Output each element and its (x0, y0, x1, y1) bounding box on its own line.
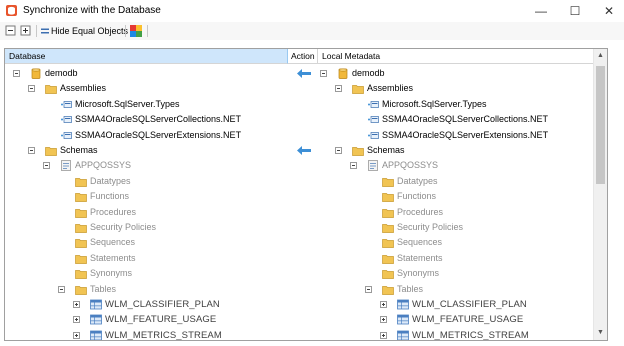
hide-equal-objects-button[interactable]: Hide Equal Objects (41, 22, 128, 40)
folder-icon (382, 254, 394, 264)
tree-item-label: Microsoft.SqlServer.Types (382, 98, 487, 109)
tree-item-label: Schemas (367, 145, 405, 155)
toolbar-separator (125, 25, 126, 37)
title-bar: Synchronize with the Database — ☐ ✕ (0, 0, 624, 22)
folder-icon (382, 208, 394, 218)
sync-arrow-icon[interactable] (297, 146, 311, 155)
tree-row[interactable]: Microsoft.SqlServer.Types (5, 97, 605, 112)
tree-row[interactable]: Functions (5, 189, 605, 204)
expand-icon[interactable] (380, 316, 387, 324)
assembly-icon (368, 116, 379, 124)
toolbar: Hide Equal Objects (0, 22, 624, 40)
tree-row[interactable]: Datatypes (5, 174, 605, 189)
tree-row[interactable]: Tables (5, 282, 605, 297)
collapse-icon[interactable] (335, 147, 342, 154)
table-icon (397, 330, 409, 340)
tree-item-label: demodb (352, 68, 385, 78)
folder-icon (382, 239, 394, 249)
collapse-icon[interactable] (335, 85, 342, 93)
folder-icon (352, 147, 364, 156)
folder-icon (382, 285, 394, 295)
tree-item-label: SSMA4OracleSQLServerExtensions.NET (382, 129, 549, 140)
tree-row[interactable]: Statements (5, 251, 605, 266)
folder-icon (352, 85, 364, 95)
tree-item-label: Synonyms (397, 268, 440, 279)
assembly-icon (368, 100, 379, 108)
tree-item-label: Procedures (397, 206, 444, 217)
scroll-down-icon[interactable]: ▼ (594, 327, 607, 339)
tree-row[interactable]: Security Policies (5, 220, 605, 235)
window-title: Synchronize with the Database (23, 5, 161, 16)
tree-row[interactable]: Procedures (5, 205, 605, 220)
column-header-local-metadata[interactable]: Local Metadata (318, 49, 594, 64)
collapse-icon[interactable] (320, 70, 327, 77)
tree-item-label: Tables (397, 283, 424, 294)
sync-arrow-icon[interactable] (297, 69, 311, 78)
colors-button[interactable] (130, 25, 142, 37)
minimize-button[interactable]: — (526, 0, 556, 22)
close-button[interactable]: ✕ (594, 0, 624, 22)
column-header-database[interactable]: Database (5, 49, 288, 64)
tree-item-label: WLM_CLASSIFIER_PLAN (412, 299, 527, 310)
tree-item-label: Security Policies (397, 222, 464, 232)
collapse-all-button[interactable] (5, 25, 17, 36)
assembly-icon (368, 131, 379, 139)
folder-icon (382, 270, 394, 280)
tree-item-label: Functions (397, 191, 437, 202)
tree-row[interactable]: Assemblies (5, 81, 605, 96)
tree-row[interactable]: SSMA4OracleSQLServerExtensions.NET (5, 128, 605, 143)
sync-grid: Database Action Local Metadata demodb dem… (4, 48, 608, 341)
tree-item-label: Statements (397, 252, 443, 263)
collapse-icon[interactable] (350, 162, 357, 170)
maximize-button[interactable]: ☐ (560, 0, 590, 22)
scroll-up-icon[interactable]: ▲ (594, 50, 607, 62)
tree-item-label: APPQOSSYS (382, 160, 439, 171)
expand-icon[interactable] (380, 301, 387, 308)
toolbar-separator (36, 25, 37, 37)
vertical-scrollbar[interactable]: ▲ ▼ (593, 49, 607, 340)
tree-row[interactable]: SSMA4OracleSQLServerCollections.NET (5, 112, 605, 127)
folder-icon (382, 224, 394, 233)
tree-item-label: SSMA4OracleSQLServerCollections.NET (382, 114, 549, 125)
tree-row[interactable]: WLM_CLASSIFIER_PLAN (5, 297, 605, 312)
tree-item-label: Assemblies (367, 83, 414, 94)
table-icon (397, 314, 409, 325)
expand-icon[interactable] (380, 331, 387, 339)
tree-item-label: WLM_FEATURE_USAGE (412, 314, 524, 326)
hide-equal-objects-label: Hide Equal Objects (51, 26, 129, 36)
collapse-icon[interactable] (365, 285, 372, 293)
tree-item-label: Sequences (397, 237, 443, 248)
tree-row[interactable]: APPQOSSYS (5, 158, 605, 173)
tree-row[interactable]: WLM_METRICS_STREAM (5, 328, 605, 341)
equals-icon (41, 28, 49, 34)
table-icon (397, 299, 409, 310)
folder-icon (382, 177, 394, 187)
tree-row[interactable]: WLM_FEATURE_USAGE (5, 312, 605, 327)
toolbar-separator (147, 25, 148, 37)
database-icon (338, 68, 348, 79)
folder-icon (382, 193, 394, 203)
expand-all-button[interactable] (20, 25, 32, 36)
column-header-action[interactable]: Action (288, 49, 318, 64)
app-icon (6, 5, 17, 16)
schema-icon (368, 160, 378, 172)
tree-item-label: WLM_METRICS_STREAM (412, 329, 529, 341)
tree-row[interactable]: Sequences (5, 235, 605, 250)
tree-row[interactable]: Synonyms (5, 266, 605, 281)
tree-item-label: Datatypes (397, 175, 438, 186)
scroll-thumb[interactable] (596, 66, 605, 184)
